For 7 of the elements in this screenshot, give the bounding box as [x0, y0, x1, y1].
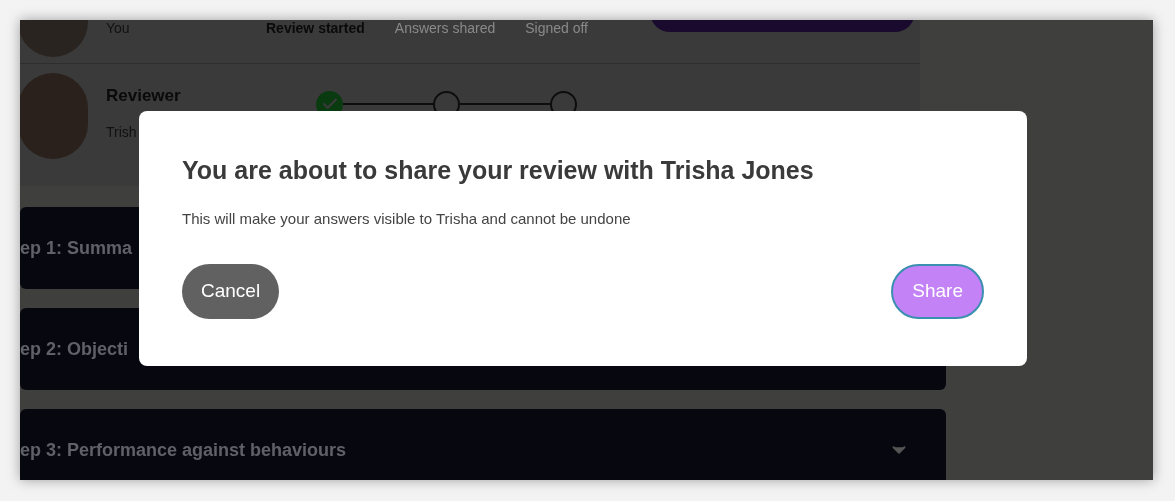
dialog-message: This will make your answers visible to Trisha and cannot be undone [182, 209, 632, 230]
step-section-header[interactable]: ep 3: Performance against behaviours [20, 409, 946, 480]
dialog-button[interactable]: Share [891, 263, 984, 319]
dialog-button[interactable]: Cancel [182, 263, 280, 319]
dialog-title: You are about to share your review with Trisha Jones [182, 155, 815, 186]
stage-label: Signed off [525, 20, 588, 38]
stage-label: Answers shared [394, 20, 496, 38]
